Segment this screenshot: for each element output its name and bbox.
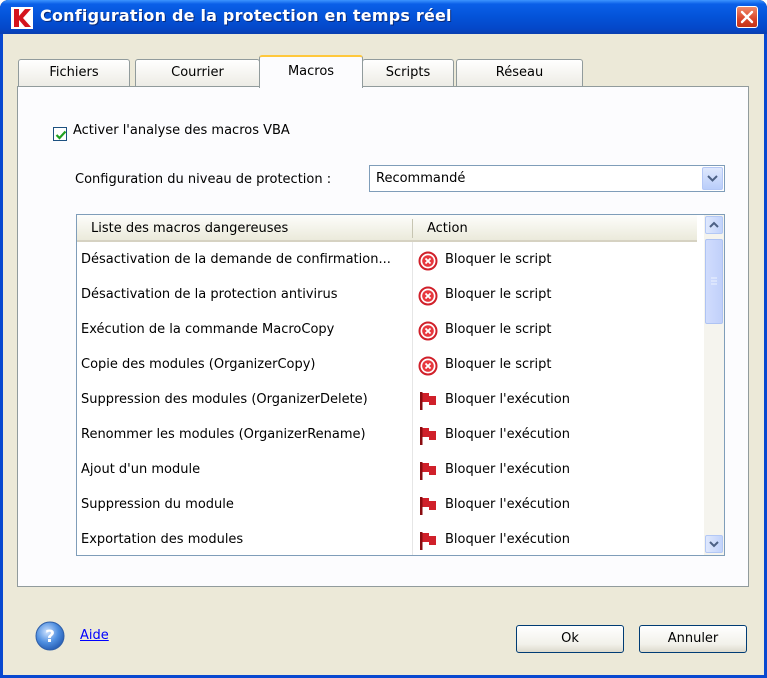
chevron-down-icon	[707, 175, 718, 182]
chevron-up-icon	[709, 221, 719, 228]
macro-action: Bloquer le script	[445, 287, 552, 302]
red-flag-icon	[420, 392, 436, 410]
macros-tab-panel: Activer l'analyse des macros VBA Configu…	[17, 86, 749, 587]
table-row[interactable]: Renommer les modules (OrganizerRename) B…	[77, 418, 697, 453]
tab-label: Scripts	[385, 65, 431, 80]
tab-label: Macros	[287, 64, 335, 79]
block-script-icon	[418, 286, 438, 306]
chevron-down-icon	[709, 541, 719, 548]
table-row[interactable]: Exportation des modules Bloquer l'exécut…	[77, 523, 697, 555]
checkmark-icon	[55, 130, 67, 140]
dangerous-macros-table[interactable]: Liste des macros dangereuses Action Désa…	[76, 214, 725, 556]
red-flag-icon	[420, 462, 436, 480]
macro-action: Bloquer l'exécution	[445, 462, 570, 477]
red-flag-icon	[420, 532, 436, 550]
column-divider[interactable]	[412, 219, 413, 238]
help-icon[interactable]: ?	[34, 620, 66, 652]
table-row[interactable]: Exécution de la commande MacroCopy Bloqu…	[77, 313, 697, 348]
dropdown-button[interactable]	[702, 167, 723, 190]
macro-action: Bloquer le script	[445, 322, 552, 337]
macro-name: Suppression du module	[81, 497, 234, 512]
block-script-icon	[418, 356, 438, 376]
scroll-up-button[interactable]	[705, 216, 723, 234]
macro-action: Bloquer l'exécution	[445, 532, 570, 547]
vertical-scrollbar[interactable]	[704, 215, 724, 555]
macro-action: Bloquer le script	[445, 357, 552, 372]
macro-name: Exportation des modules	[81, 532, 244, 547]
help-link[interactable]: Aide	[80, 628, 109, 643]
protection-level-label: Configuration du niveau de protection :	[75, 172, 332, 187]
tab-reseau[interactable]: Réseau	[456, 59, 583, 87]
macro-name: Désactivation de la demande de confirmat…	[81, 252, 391, 267]
macro-name: Ajout d'un module	[81, 462, 201, 477]
macro-name: Suppression des modules (OrganizerDelete…	[81, 392, 368, 407]
scroll-down-button[interactable]	[705, 535, 723, 553]
protection-level-select[interactable]: Recommandé	[369, 165, 725, 192]
table-header: Liste des macros dangereuses Action	[77, 215, 697, 242]
table-row[interactable]: Ajout d'un module Bloquer l'exécution	[77, 453, 697, 488]
title-bar[interactable]: Configuration de la protection en temps …	[0, 0, 767, 34]
table-row[interactable]: Suppression des modules (OrganizerDelete…	[77, 383, 697, 418]
ok-button-label: Ok	[561, 631, 579, 646]
tab-scripts[interactable]: Scripts	[362, 59, 454, 87]
kaspersky-k-icon	[11, 7, 33, 29]
macro-name: Copie des modules (OrganizerCopy)	[81, 357, 316, 372]
table-row[interactable]: Copie des modules (OrganizerCopy) Bloque…	[77, 348, 697, 383]
close-icon	[740, 10, 754, 24]
enable-vba-analysis-checkbox[interactable]	[53, 127, 67, 141]
table-row[interactable]: Désactivation de la demande de confirmat…	[77, 243, 697, 278]
table-row[interactable]: Suppression du module Bloquer l'exécutio…	[77, 488, 697, 523]
red-flag-icon	[420, 427, 436, 445]
column-header-macros[interactable]: Liste des macros dangereuses	[91, 221, 288, 236]
dialog-window: Configuration de la protection en temps …	[0, 0, 767, 678]
block-script-icon	[418, 251, 438, 271]
cancel-button-label: Annuler	[667, 631, 719, 646]
macro-action: Bloquer l'exécution	[445, 497, 570, 512]
macro-name: Désactivation de la protection antivirus	[81, 287, 338, 302]
cancel-button[interactable]: Annuler	[639, 625, 747, 653]
macro-name: Exécution de la commande MacroCopy	[81, 322, 335, 337]
tab-fichiers[interactable]: Fichiers	[18, 59, 130, 87]
tab-label: Réseau	[495, 65, 544, 80]
macro-action: Bloquer l'exécution	[445, 392, 570, 407]
macro-action: Bloquer le script	[445, 252, 552, 267]
tab-label: Courrier	[171, 65, 224, 80]
tab-courrier[interactable]: Courrier	[135, 59, 260, 87]
table-row[interactable]: Désactivation de la protection antivirus…	[77, 278, 697, 313]
enable-vba-analysis-label[interactable]: Activer l'analyse des macros VBA	[73, 123, 290, 138]
macro-name: Renommer les modules (OrganizerRename)	[81, 427, 366, 442]
grip-icon	[711, 277, 717, 285]
protection-level-value: Recommandé	[376, 171, 466, 186]
scroll-thumb[interactable]	[705, 239, 723, 324]
window-title: Configuration de la protection en temps …	[40, 6, 452, 25]
macro-action: Bloquer l'exécution	[445, 427, 570, 442]
svg-text:?: ?	[45, 627, 55, 647]
ok-button[interactable]: Ok	[516, 625, 624, 653]
column-header-action[interactable]: Action	[427, 221, 468, 236]
tab-label: Fichiers	[49, 65, 99, 80]
red-flag-icon	[420, 497, 436, 515]
tab-macros[interactable]: Macros	[259, 55, 363, 88]
block-script-icon	[418, 321, 438, 341]
close-button[interactable]	[736, 6, 758, 28]
